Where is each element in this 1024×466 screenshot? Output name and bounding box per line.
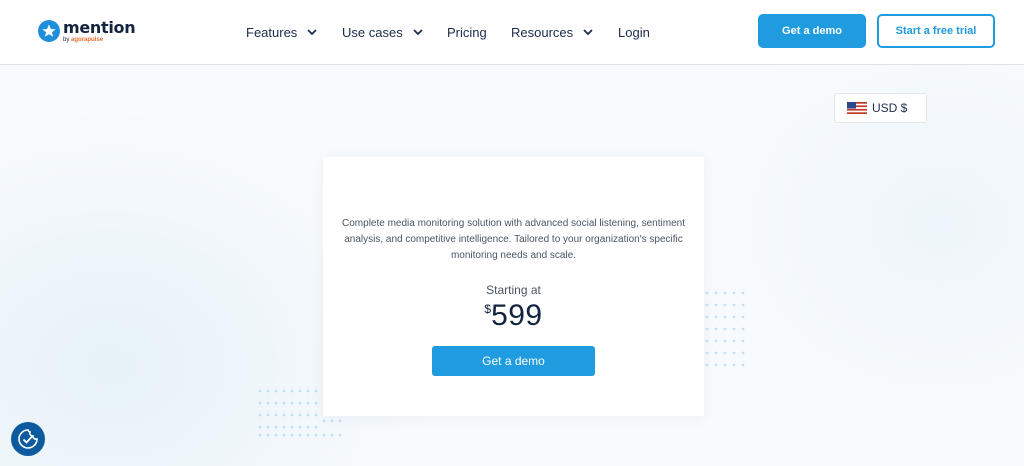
starting-at-label: Starting at [486, 283, 541, 297]
decorative-dots-right [705, 291, 745, 367]
nav-item-login[interactable]: Login [618, 22, 650, 42]
nav-item-resources[interactable]: Resources [511, 22, 594, 42]
pricing-card: Complete media monitoring solution with … [323, 157, 704, 416]
brand-byline-company: agorapulse [71, 37, 104, 43]
us-flag-icon [847, 102, 867, 114]
nav-item-label: Pricing [447, 24, 487, 40]
cookie-consent-button[interactable] [11, 422, 45, 456]
start-free-trial-button[interactable]: Start a free trial [877, 14, 995, 48]
currency-label: USD $ [872, 101, 908, 115]
nav-item-label: Features [246, 24, 298, 40]
mention-logo[interactable]: mention by agorapulse [38, 18, 138, 46]
plan-description: Complete media monitoring solution with … [342, 218, 685, 261]
nav-item-features[interactable]: Features [246, 22, 318, 42]
card-get-a-demo-button[interactable]: Get a demo [432, 346, 595, 376]
site-header: mention by agorapulse Features Use cases… [0, 0, 1024, 65]
nav-item-use-cases[interactable]: Use cases [342, 22, 424, 42]
chevron-down-icon [413, 29, 423, 36]
get-a-demo-button[interactable]: Get a demo [758, 14, 866, 48]
nav-item-label: Resources [511, 24, 574, 40]
nav-item-pricing[interactable]: Pricing [447, 22, 487, 42]
chevron-down-icon [307, 29, 317, 36]
chevron-down-icon [583, 29, 593, 36]
plan-price: $599 [323, 299, 704, 333]
star-icon [38, 20, 60, 42]
price-currency-symbol: $ [484, 302, 492, 316]
price-amount: 599 [491, 299, 543, 332]
nav-item-label: Use cases [342, 24, 403, 40]
cookie-consent-icon [18, 429, 38, 449]
currency-selector[interactable]: USD $ [834, 93, 927, 123]
brand-name: mention [63, 18, 136, 37]
nav-item-label: Login [618, 24, 650, 40]
brand-byline: by agorapulse [63, 37, 104, 43]
